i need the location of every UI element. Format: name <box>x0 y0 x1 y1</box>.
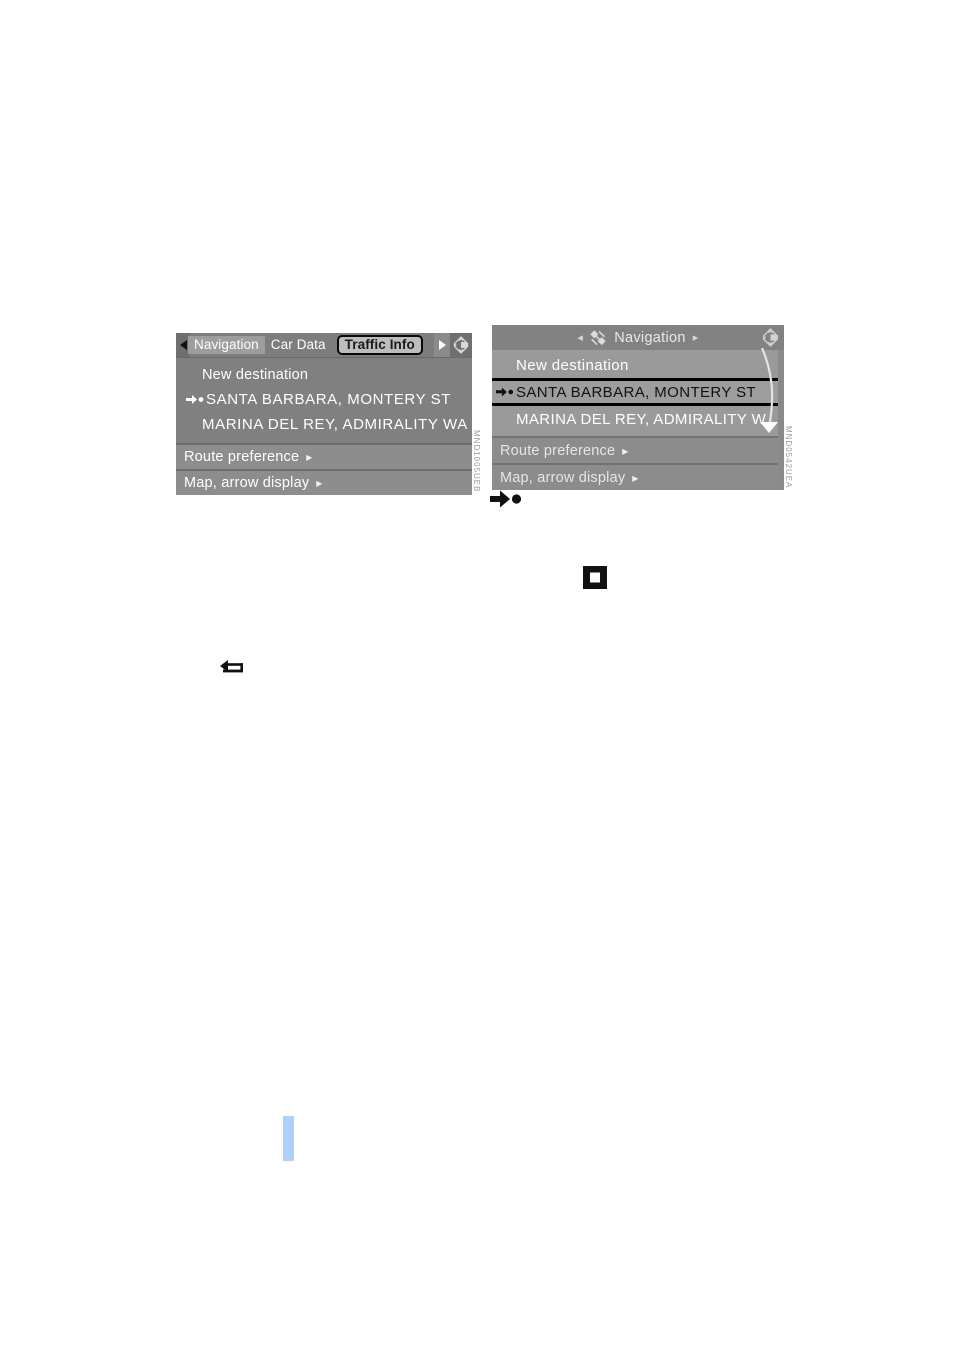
tab-next-button[interactable] <box>434 333 450 357</box>
header-prev-arrow-icon[interactable]: ◂ <box>577 331 583 344</box>
left-panel-tabbar: Navigation Car Data Traffic Info <box>176 333 472 358</box>
figure-reference-code-right: MND0542UEA <box>784 426 793 489</box>
right-panel-header: ◂ Navigation ▸ <box>492 325 784 350</box>
select-confirm-button-icon <box>583 566 607 594</box>
left-panel-destination-list: New destination SANTA BARBARA, MONTERY S… <box>176 358 472 443</box>
navigation-menu-tabbed-panel: Navigation Car Data Traffic Info New des… <box>176 333 472 495</box>
menu-row-label: Route preference <box>184 449 300 465</box>
chevron-right-icon: ▸ <box>316 476 323 490</box>
menu-row-label: Route preference <box>500 442 616 459</box>
list-item-label: New destination <box>516 356 629 374</box>
chevron-right-icon: ▸ <box>622 443 629 458</box>
list-item-marina-del-rey[interactable]: MARINA DEL REY, ADMIRALITY WA <box>176 412 472 437</box>
destination-arrow-dot-icon <box>490 489 522 514</box>
list-item-new-destination[interactable]: New destination <box>492 352 784 378</box>
list-item-label: MARINA DEL REY, ADMIRALITY W <box>516 410 767 428</box>
list-item-santa-barbara[interactable]: SANTA BARBARA, MONTERY ST <box>176 387 472 412</box>
satellite-icon <box>590 329 607 346</box>
list-item-new-destination[interactable]: New destination <box>176 362 472 387</box>
destination-arrow-dot-icon <box>186 394 204 405</box>
nav-cross-controller-icon[interactable] <box>450 333 472 357</box>
triangle-left-icon <box>179 340 187 350</box>
menu-row-label: Map, arrow display <box>184 475 310 491</box>
list-item-label: SANTA BARBARA, MONTERY ST <box>516 383 757 401</box>
list-item-label: New destination <box>202 366 309 383</box>
tab-car-data[interactable]: Car Data <box>265 336 332 354</box>
figure-reference-code-left: MND1005UEB <box>472 430 481 493</box>
list-item-label: SANTA BARBARA, MONTERY ST <box>206 391 452 408</box>
back-button-icon <box>219 659 246 684</box>
scroll-down-triangle-icon[interactable] <box>760 422 778 433</box>
menu-row-route-preference[interactable]: Route preference ▸ <box>176 443 472 469</box>
list-item-marina-del-rey[interactable]: MARINA DEL REY, ADMIRALITY W <box>492 406 784 432</box>
tab-navigation[interactable]: Navigation <box>188 336 265 354</box>
menu-row-map-arrow-display[interactable]: Map, arrow display ▸ <box>492 463 784 490</box>
list-item-santa-barbara[interactable]: SANTA BARBARA, MONTERY ST <box>492 378 784 406</box>
menu-row-route-preference[interactable]: Route preference ▸ <box>492 436 784 463</box>
navigation-menu-simple-panel: ◂ Navigation ▸ New destination SANTA BAR… <box>492 325 784 490</box>
list-item-label: MARINA DEL REY, ADMIRALITY WA <box>202 416 468 433</box>
menu-row-map-arrow-display[interactable]: Map, arrow display ▸ <box>176 469 472 495</box>
triangle-right-icon <box>438 340 446 350</box>
tab-traffic-info[interactable]: Traffic Info <box>336 335 423 355</box>
chevron-right-icon: ▸ <box>632 470 639 485</box>
header-next-arrow-icon[interactable]: ▸ <box>693 331 699 344</box>
destination-arrow-dot-icon <box>496 386 514 398</box>
page-margin-change-bar <box>283 1116 294 1161</box>
right-panel-destination-list: New destination SANTA BARBARA, MONTERY S… <box>492 348 784 436</box>
nav-cross-controller-icon[interactable] <box>759 326 781 348</box>
menu-row-label: Map, arrow display <box>500 469 626 486</box>
page-title: Navigation <box>614 329 686 346</box>
chevron-right-icon: ▸ <box>306 450 313 464</box>
